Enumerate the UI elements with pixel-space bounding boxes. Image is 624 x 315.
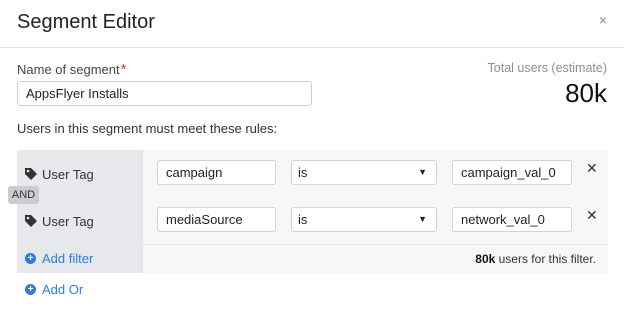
chevron-down-icon: ▼ xyxy=(418,214,427,224)
rules-description: Users in this segment must meet these ru… xyxy=(17,121,278,136)
modal-title: Segment Editor xyxy=(17,11,155,33)
operator-select[interactable]: is ▼ xyxy=(291,160,437,185)
rule-type-label: User Tag xyxy=(42,167,94,182)
property-input[interactable]: campaign xyxy=(157,160,276,185)
plus-circle-icon: + xyxy=(25,284,36,296)
required-marker: * xyxy=(120,61,127,78)
add-or-label: Add Or xyxy=(42,282,84,297)
segment-name-label: Name of segment* xyxy=(17,61,126,78)
modal-header: Segment Editor × xyxy=(0,0,624,48)
rule-type-label: User Tag xyxy=(42,214,94,229)
filter-user-count: 80k users for this filter. xyxy=(475,252,596,266)
and-connector: AND xyxy=(8,186,39,204)
add-filter-button[interactable]: + Add filter xyxy=(25,251,93,267)
property-input[interactable]: mediaSource xyxy=(157,207,276,232)
operator-value: is xyxy=(298,212,308,227)
filter-divider xyxy=(143,244,608,245)
value-input[interactable]: campaign_val_0 xyxy=(452,160,572,185)
remove-rule-icon[interactable]: ✕ xyxy=(586,161,598,175)
remove-rule-icon[interactable]: ✕ xyxy=(586,208,598,222)
tag-icon xyxy=(25,215,37,227)
chevron-down-icon: ▼ xyxy=(418,167,427,177)
segment-name-label-text: Name of segment xyxy=(17,62,120,77)
add-filter-label: Add filter xyxy=(42,251,94,266)
filter-count-suffix: users for this filter. xyxy=(495,252,596,266)
total-users-value: 80k xyxy=(565,78,607,108)
add-or-button[interactable]: + Add Or xyxy=(25,282,83,298)
segment-name-input[interactable] xyxy=(17,81,312,106)
plus-circle-icon: + xyxy=(25,253,36,265)
value-input[interactable]: network_val_0 xyxy=(452,207,572,232)
tag-icon xyxy=(25,168,37,180)
operator-value: is xyxy=(298,165,308,180)
operator-select[interactable]: is ▼ xyxy=(291,207,437,232)
filter-count-value: 80k xyxy=(475,252,496,266)
total-users-label: Total users (estimate) xyxy=(487,61,607,75)
close-icon[interactable]: × xyxy=(599,13,607,27)
